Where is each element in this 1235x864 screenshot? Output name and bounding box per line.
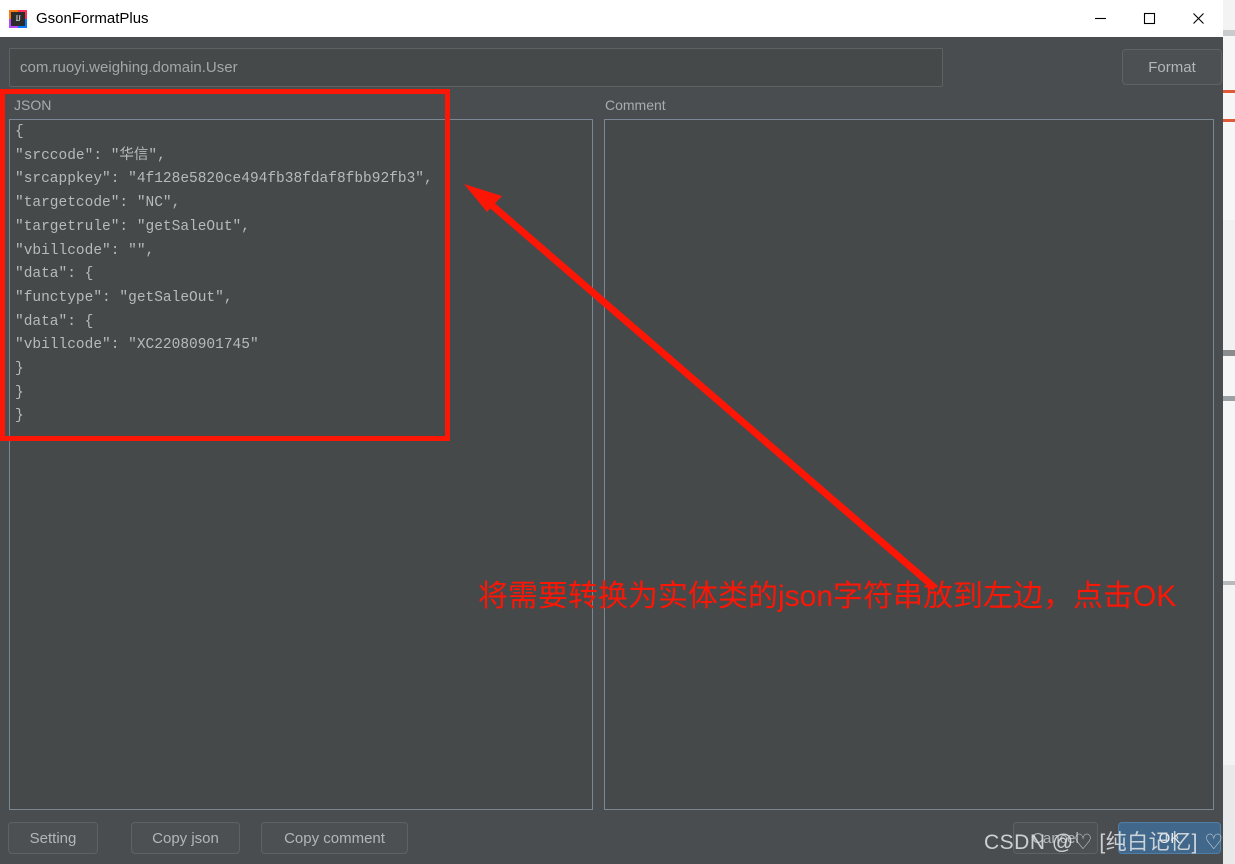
minimize-icon[interactable] [1076,0,1125,37]
class-name-input[interactable]: com.ruoyi.weighing.domain.User [9,48,943,87]
json-panel-label: JSON [14,97,52,113]
copy-comment-button[interactable]: Copy comment [261,822,408,854]
gsonformatplus-dialog-window: IJ GsonFormatPlus com.ruoyi.weighing.dom… [0,0,1235,864]
dialog-body: com.ruoyi.weighing.domain.User Format JS… [0,37,1223,864]
window-controls [1076,0,1223,37]
comment-panel-label: Comment [605,97,666,113]
copy-json-button[interactable]: Copy json [131,822,240,854]
window-title: GsonFormatPlus [36,10,149,27]
maximize-icon[interactable] [1125,0,1174,37]
json-input-text: { "srccode": "华信", "srcappkey": "4f128e5… [15,124,433,425]
comment-input-text [605,120,1213,121]
format-button[interactable]: Format [1122,49,1222,85]
comment-input-area[interactable] [604,119,1214,810]
title-bar: IJ GsonFormatPlus [0,0,1223,37]
cancel-button[interactable]: Cancel [1013,822,1098,854]
ok-button[interactable]: OK [1118,822,1221,854]
json-input-area[interactable]: { "srccode": "华信", "srcappkey": "4f128e5… [9,119,593,810]
intellij-idea-icon: IJ [9,9,27,28]
setting-button[interactable]: Setting [8,822,98,854]
background-ide-sliver [1223,0,1235,864]
close-icon[interactable] [1174,0,1223,37]
